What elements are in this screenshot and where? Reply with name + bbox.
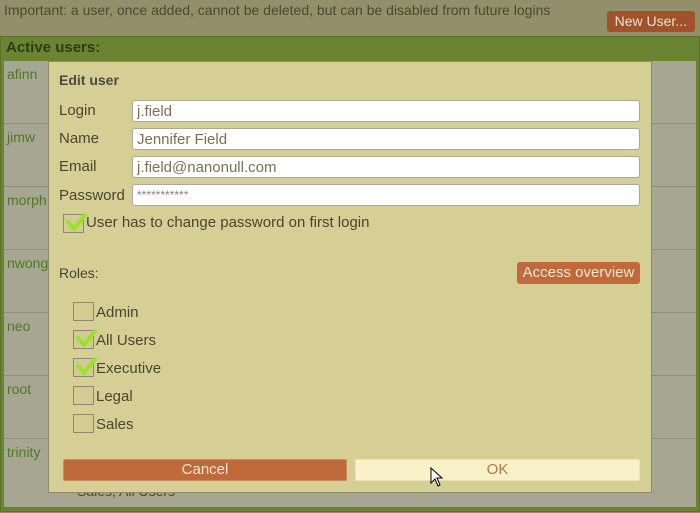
- dialog-title: Edit user: [59, 72, 119, 88]
- role-admin-checkbox[interactable]: [73, 302, 94, 321]
- role-legal-checkbox[interactable]: [73, 386, 94, 405]
- role-executive-label: Executive: [96, 360, 162, 377]
- role-sales-checkbox[interactable]: [73, 414, 94, 433]
- role-all-users-label: All Users: [96, 332, 157, 349]
- login-input[interactable]: [132, 100, 640, 122]
- user-login[interactable]: trinity: [7, 444, 40, 460]
- password-label: Password: [59, 187, 125, 204]
- name-input[interactable]: [132, 128, 640, 150]
- name-label: Name: [59, 130, 100, 147]
- email-label: Email: [59, 158, 97, 175]
- password-input[interactable]: [132, 184, 640, 206]
- edit-user-dialog: Edit user Login Name Email Password User…: [48, 61, 652, 493]
- ok-button[interactable]: OK: [355, 459, 640, 481]
- user-login[interactable]: root: [7, 381, 31, 397]
- change-password-label: User has to change password on first log…: [86, 214, 370, 231]
- change-password-checkbox[interactable]: [63, 213, 87, 233]
- role-executive-checkbox[interactable]: [73, 357, 97, 377]
- user-login[interactable]: nwong: [7, 255, 48, 271]
- user-login[interactable]: morph: [7, 192, 47, 208]
- checkmark-icon: [76, 357, 97, 375]
- new-user-button[interactable]: New User...: [606, 11, 695, 32]
- email-input[interactable]: [132, 156, 640, 178]
- user-login[interactable]: jimw: [7, 129, 35, 145]
- roles-label: Roles:: [59, 265, 99, 281]
- active-users-header: Active users:: [6, 39, 101, 56]
- user-login[interactable]: neo: [7, 318, 30, 334]
- mouse-cursor-icon: [430, 467, 444, 487]
- checkmark-icon: [76, 329, 97, 347]
- role-all-users-checkbox[interactable]: [73, 329, 97, 349]
- cancel-button[interactable]: Cancel: [63, 459, 347, 481]
- role-admin-label: Admin: [96, 304, 139, 321]
- user-login[interactable]: afinn: [7, 66, 37, 82]
- login-label: Login: [59, 102, 96, 119]
- checkmark-icon: [66, 213, 87, 231]
- deletion-notice: Important: a user, once added, cannot be…: [4, 2, 551, 18]
- role-legal-label: Legal: [96, 388, 133, 405]
- role-sales-label: Sales: [96, 416, 134, 433]
- access-overview-button[interactable]: Access overview: [517, 262, 640, 284]
